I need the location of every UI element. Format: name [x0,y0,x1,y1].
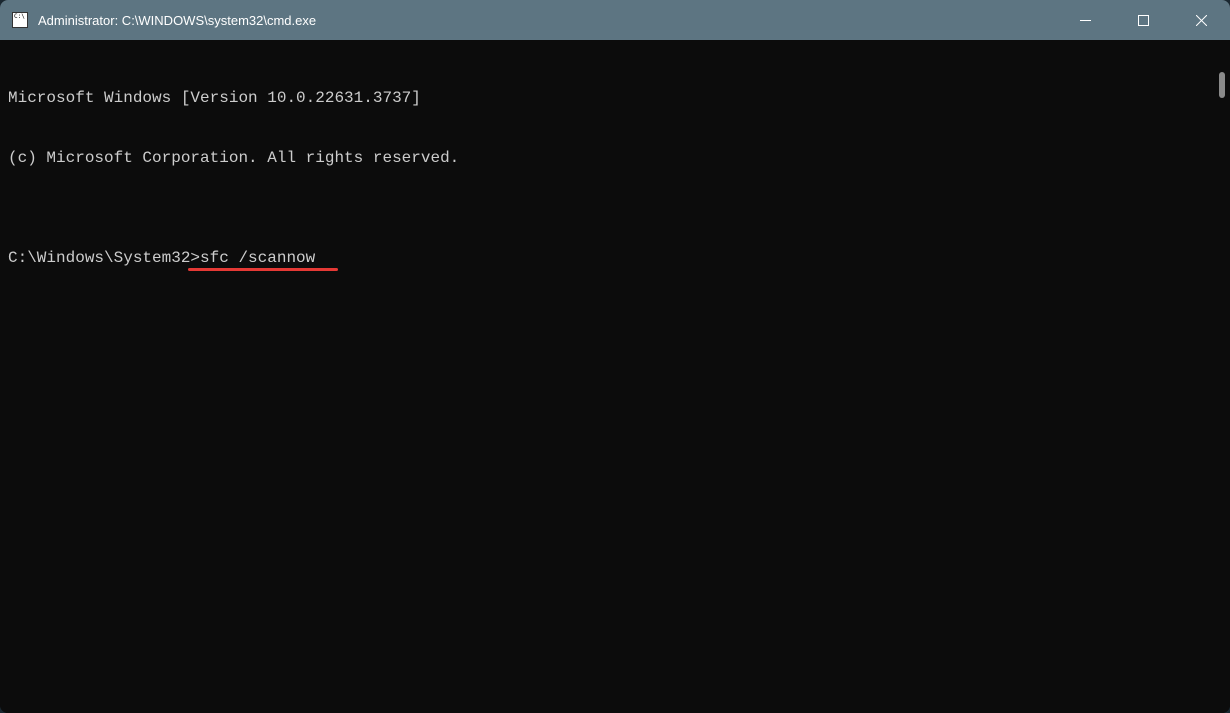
window-controls [1056,0,1230,40]
maximize-icon [1138,15,1149,26]
vertical-scrollbar[interactable] [1214,40,1230,713]
maximize-button[interactable] [1114,0,1172,40]
prompt-line: C:\Windows\System32>sfc /scannow [8,248,1206,268]
minimize-icon [1080,15,1091,26]
command-text: sfc /scannow [200,248,315,268]
window-title: Administrator: C:\WINDOWS\system32\cmd.e… [38,13,1056,28]
titlebar[interactable]: Administrator: C:\WINDOWS\system32\cmd.e… [0,0,1230,40]
minimize-button[interactable] [1056,0,1114,40]
terminal-body: Microsoft Windows [Version 10.0.22631.37… [0,40,1230,713]
prompt-text: C:\Windows\System32> [8,248,200,268]
output-line: (c) Microsoft Corporation. All rights re… [8,148,1206,168]
output-line: Microsoft Windows [Version 10.0.22631.37… [8,88,1206,108]
close-icon [1196,15,1207,26]
cmd-window: Administrator: C:\WINDOWS\system32\cmd.e… [0,0,1230,713]
cmd-icon [12,12,28,28]
red-underline-annotation [188,268,338,271]
terminal-content[interactable]: Microsoft Windows [Version 10.0.22631.37… [0,40,1214,713]
close-button[interactable] [1172,0,1230,40]
scrollbar-thumb[interactable] [1219,72,1225,98]
